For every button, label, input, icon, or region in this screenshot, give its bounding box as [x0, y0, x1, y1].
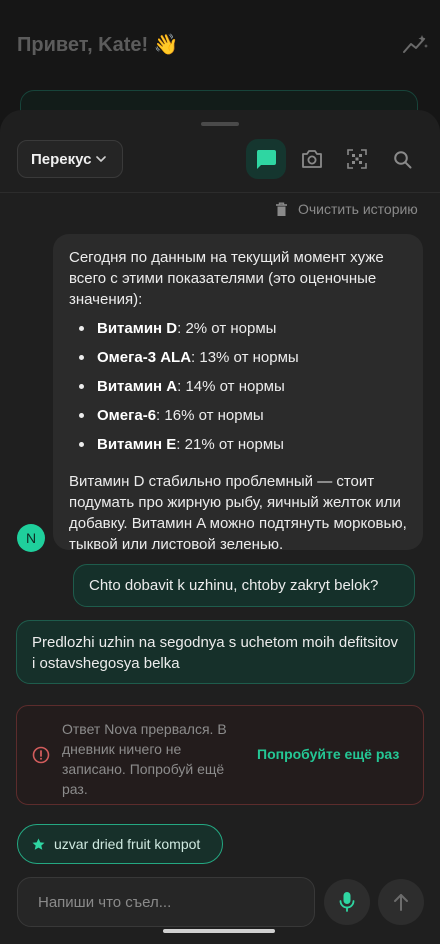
mode-camera-button[interactable]	[292, 139, 332, 179]
meal-type-select[interactable]: Перекус	[17, 140, 123, 178]
message-input[interactable]: Напиши что съел...	[17, 877, 315, 927]
nutrient-name: Витамин E	[97, 436, 177, 453]
greeting-title: Привет, Kate! 👋	[17, 34, 179, 56]
mode-search-button[interactable]	[382, 139, 422, 179]
nutrient-name: Витамин D	[97, 320, 178, 337]
nutrient-name: Омега-6	[97, 407, 157, 424]
nutrient-value: : 21% от нормы	[176, 436, 284, 453]
deficiency-list: Витамин D: 2% от нормы Омега-3 ALA: 13% …	[69, 318, 407, 463]
chevron-down-icon	[96, 156, 107, 162]
bot-message-bubble: Сегодня по данным на текущий момент хуже…	[53, 234, 423, 553]
deficiency-item-omega6: Омега-6: 16% от нормы	[69, 405, 407, 434]
user-message-bubble: Chto dobavit k uzhinu, chtoby zakryt bel…	[73, 564, 415, 607]
nutrient-name: Омега-3 ALA	[97, 349, 192, 366]
mode-chat-button[interactable]	[246, 139, 286, 179]
star-icon	[32, 838, 45, 850]
toolbar-divider	[0, 192, 440, 193]
bot-message-footer: Витамин D стабильно проблемный — стоит п…	[69, 473, 407, 553]
retry-button[interactable]: Попробуйте ещё раз	[257, 746, 399, 762]
chat-icon	[256, 150, 276, 169]
home-indicator	[163, 929, 275, 933]
nutrient-value: : 2% от нормы	[177, 320, 277, 337]
mode-barcode-button[interactable]	[337, 139, 377, 179]
suggestion-chip[interactable]: uzvar dried fruit kompot	[17, 824, 223, 864]
clear-history-button[interactable]: Очистить историю	[275, 200, 418, 218]
bot-avatar: N	[17, 524, 45, 552]
error-banner: Ответ Nova прервался. В дневник ничего н…	[16, 705, 424, 805]
clear-history-label: Очистить историю	[298, 201, 418, 217]
meal-type-value: Перекус	[31, 150, 92, 168]
deficiency-item-vitamin-a: Витамин A: 14% от нормы	[69, 376, 407, 405]
camera-icon	[302, 150, 322, 168]
search-icon	[393, 150, 411, 168]
sheet-grabber[interactable]	[201, 122, 239, 126]
bot-message-intro: Сегодня по данным на текущий момент хуже…	[69, 249, 384, 308]
message-input-placeholder: Напиши что съел...	[38, 893, 172, 911]
trend-sparkle-icon[interactable]	[402, 34, 428, 56]
microphone-icon	[339, 892, 355, 912]
deficiency-item-vitamin-e: Витамин E: 21% от нормы	[69, 434, 407, 463]
trash-icon	[276, 202, 287, 216]
error-message: Ответ Nova прервался. В дневник ничего н…	[62, 721, 227, 797]
nutrient-name: Витамин A	[97, 378, 178, 395]
chat-sheet: Перекус Очистить историю Сегодня по данн…	[0, 110, 440, 944]
nutrient-value: : 13% от нормы	[191, 349, 299, 366]
voice-input-button[interactable]	[324, 879, 370, 925]
pending-user-message-bubble: Predlozhi uzhin na segodnya s uchetom mo…	[16, 620, 415, 684]
deficiency-item-vitamin-d: Витамин D: 2% от нормы	[69, 318, 407, 347]
nutrient-value: : 14% от нормы	[177, 378, 285, 395]
qr-scan-icon	[347, 149, 367, 169]
arrow-up-icon	[394, 894, 408, 911]
deficiency-item-omega3: Омега-3 ALA: 13% от нормы	[69, 347, 407, 376]
nutrient-value: : 16% от нормы	[156, 407, 264, 424]
suggestion-label: uzvar dried fruit kompot	[54, 836, 201, 852]
alert-circle-icon	[32, 746, 50, 764]
send-button[interactable]	[378, 879, 424, 925]
